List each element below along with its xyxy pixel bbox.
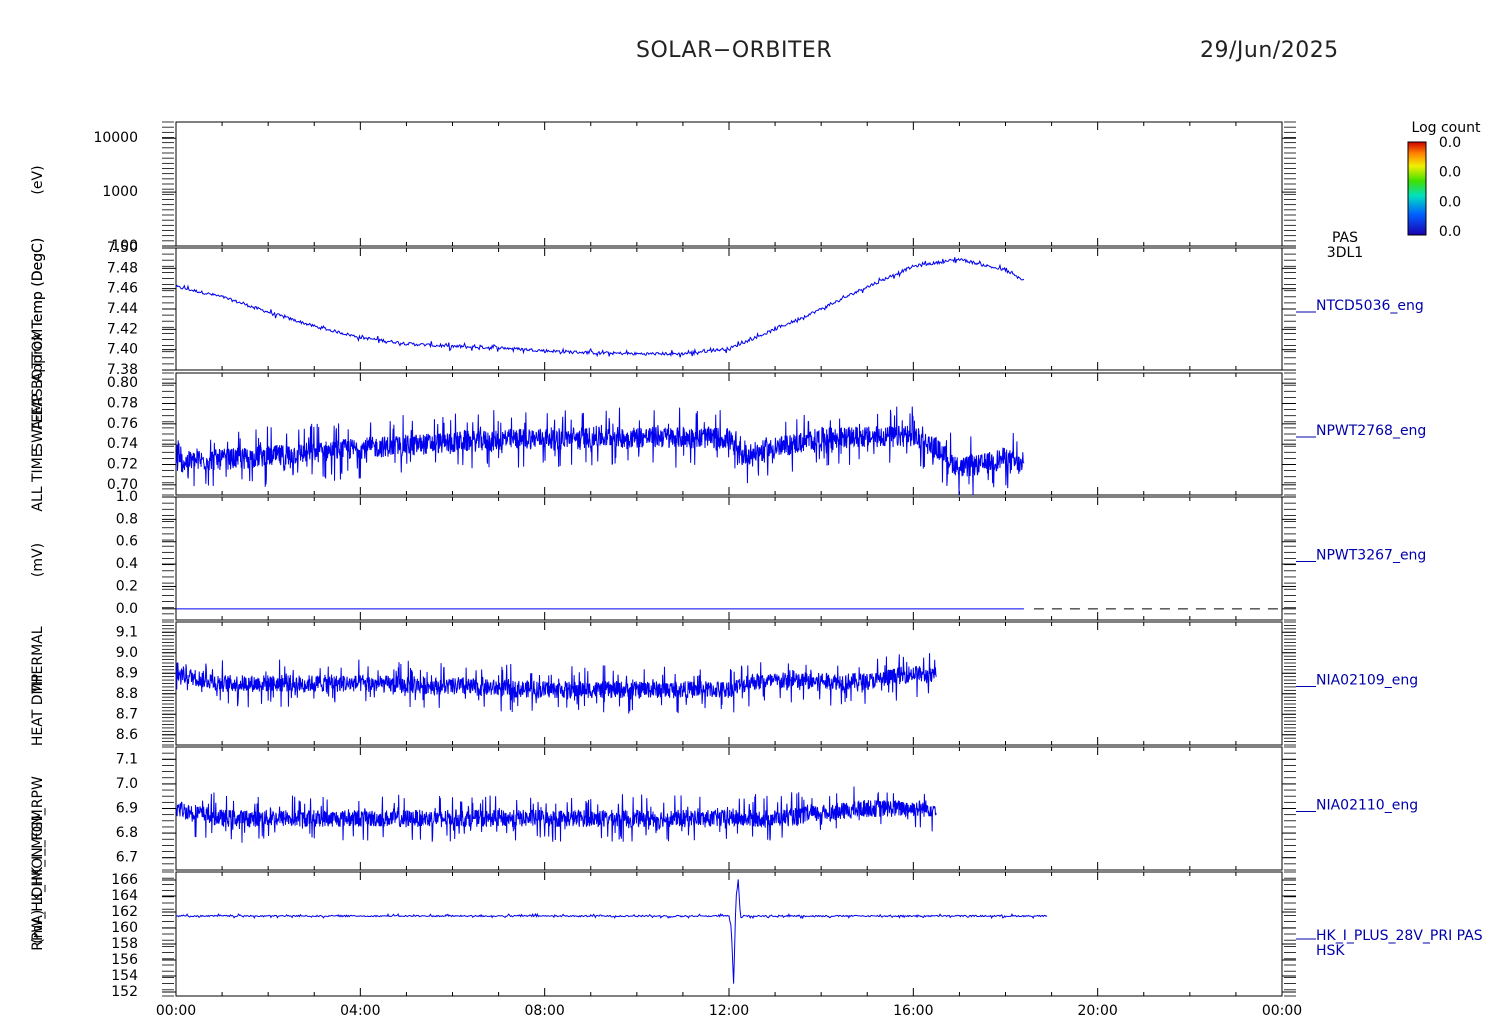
x-tick-label: 00:00 — [1262, 1003, 1302, 1019]
multi-panel-plot: 00:00 04:00 08:00 12:00 16:00 20:00 00:0010000… — [30, 120, 1483, 1019]
y-tick-label: 166 — [111, 872, 138, 888]
y-tick-label: 156 — [111, 952, 138, 968]
data-series-line — [175, 257, 1025, 358]
y-tick-label: 0.0 — [116, 601, 138, 617]
y-axis-label: (mV) — [30, 543, 46, 577]
y-tick-label: 0.74 — [107, 436, 138, 452]
colorbar-title: Log count — [1412, 120, 1481, 136]
panel-frame — [175, 496, 1283, 621]
y-axis-label: (eV) — [30, 165, 46, 194]
y-tick-label: 0.8 — [116, 511, 138, 527]
data-series-line — [175, 879, 1048, 984]
x-tick-label: 16:00 — [893, 1003, 933, 1019]
y-tick-label: 152 — [111, 984, 138, 1000]
y-axis-label: ALL TIME — [30, 448, 46, 511]
y-tick-label: 6.9 — [116, 801, 138, 817]
y-tick-label: 0.72 — [107, 457, 138, 473]
data-series-line — [175, 786, 937, 843]
y-axis-label: SWA-EAS — [30, 388, 46, 452]
y-tick-label: 1000 — [102, 184, 138, 200]
panel-frame — [175, 871, 1283, 997]
data-series-line — [175, 653, 937, 714]
y-tick-label: 0.2 — [116, 578, 138, 594]
y-tick-label: 158 — [111, 936, 138, 952]
x-tick-label: 00:00 — [156, 1003, 196, 1019]
y-tick-label: 8.8 — [116, 686, 138, 702]
y-tick-label: 7.42 — [107, 321, 138, 337]
y-axis-label: HEAT DMP — [30, 674, 46, 746]
x-tick-label: 08:00 — [524, 1003, 564, 1019]
y-tick-label: 7.1 — [116, 751, 138, 767]
y-tick-label: 6.8 — [116, 825, 138, 841]
y-tick-label: 0.6 — [116, 534, 138, 550]
panel-label: HK_I_PLUS_28V_PRI PAS — [1316, 928, 1483, 944]
panel-label: NIA02110_eng — [1316, 798, 1418, 814]
y-tick-label: 0.76 — [107, 416, 138, 432]
y-tick-label: 154 — [111, 968, 138, 984]
colorbar-tick-label: 0.0 — [1439, 135, 1461, 151]
panel-label: NPWT3267_eng — [1316, 548, 1426, 564]
y-tick-label: 8.7 — [116, 706, 138, 722]
y-tick-label: 0.80 — [107, 375, 138, 391]
colorbar-tick-label: 0.0 — [1439, 165, 1461, 181]
panel-label: 3DL1 — [1327, 245, 1363, 261]
colorbar — [1407, 141, 1427, 236]
panel-label: NTCD5036_eng — [1316, 298, 1424, 314]
panel-frame — [175, 121, 1283, 247]
y-tick-label: 10000 — [93, 130, 138, 146]
y-tick-label: 1.0 — [116, 489, 138, 505]
panel-label: PAS — [1332, 230, 1358, 246]
x-tick-label: 04:00 — [340, 1003, 380, 1019]
panel-frame — [175, 746, 1283, 871]
y-tick-label: 162 — [111, 904, 138, 920]
colorbar-tick-label: 0.0 — [1439, 224, 1461, 240]
y-tick-label: 7.0 — [116, 776, 138, 792]
y-tick-label: 7.48 — [107, 260, 138, 276]
y-tick-label: 0.4 — [116, 556, 138, 572]
colorbar-tick-label: 0.0 — [1439, 194, 1461, 210]
y-tick-label: 6.7 — [116, 850, 138, 866]
y-tick-label: 9.0 — [116, 645, 138, 661]
y-tick-label: 7.46 — [107, 281, 138, 297]
panel-label: NPWT2768_eng — [1316, 423, 1426, 439]
y-tick-label: 9.1 — [116, 624, 138, 640]
y-tick-label: 160 — [111, 920, 138, 936]
y-tick-label: 8.6 — [116, 727, 138, 743]
x-tick-label: 12:00 — [709, 1003, 749, 1019]
panel-label: NIA02109_eng — [1316, 673, 1418, 689]
data-series-line — [175, 406, 1025, 496]
panel-label: HSK — [1316, 943, 1345, 959]
y-tick-label: 7.44 — [107, 301, 138, 317]
y-tick-label: 164 — [111, 888, 138, 904]
y-axis-label: RPW_HK_IMON_FGM — [30, 809, 46, 950]
y-tick-label: 7.40 — [107, 342, 138, 358]
panel-frame — [175, 247, 1283, 371]
y-tick-label: 8.9 — [116, 665, 138, 681]
x-tick-label: 20:00 — [1077, 1003, 1117, 1019]
y-tick-label: 0.78 — [107, 396, 138, 412]
y-tick-label: 7.50 — [107, 240, 138, 256]
